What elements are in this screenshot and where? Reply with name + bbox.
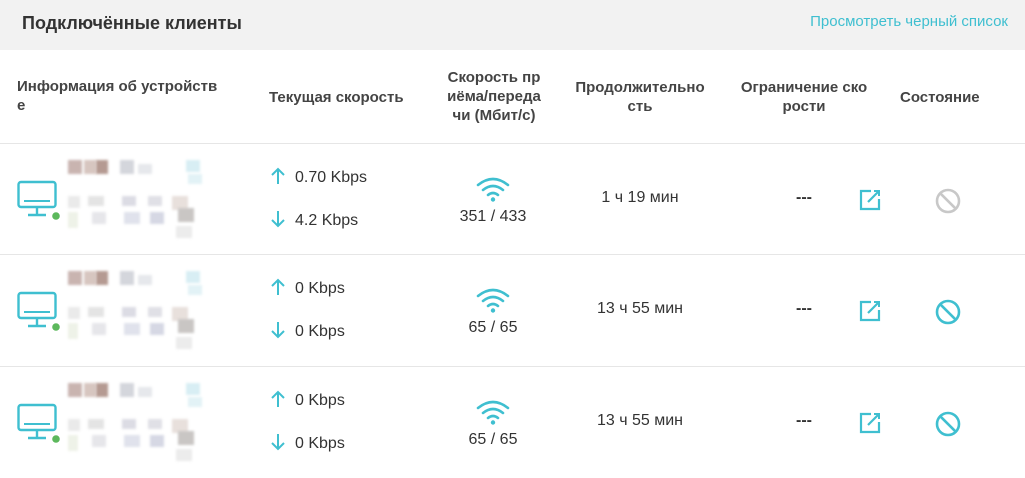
- column-header-duration: Продолжительно сть: [575, 79, 705, 115]
- edit-icon[interactable]: [858, 188, 882, 212]
- download-rate-value: 0 Kbps: [295, 323, 345, 340]
- device-name-obscured: [68, 271, 216, 351]
- connection-duration: 13 ч 55 мин: [596, 300, 684, 317]
- upload-rate-value: 0 Kbps: [295, 280, 345, 297]
- edit-icon[interactable]: [858, 411, 882, 435]
- speed-limit-value: ---: [796, 189, 812, 206]
- arrow-down-icon: [271, 211, 285, 228]
- panel-header: Подключённые клиенты Просмотреть черный …: [0, 0, 1025, 50]
- download-rate: 0 Kbps: [270, 321, 345, 341]
- download-rate-value: 4.2 Kbps: [295, 212, 359, 229]
- arrow-up-icon: [271, 167, 285, 184]
- arrow-up-icon: [271, 278, 285, 295]
- speed-limit-value: ---: [796, 412, 812, 429]
- column-header-status: Состояние: [900, 89, 980, 106]
- edit-icon[interactable]: [858, 299, 882, 323]
- column-header-rx-tx-speed: Скорость пр иёма/переда чи (Мбит/с): [447, 69, 541, 124]
- online-status-dot: [52, 435, 60, 443]
- speed-limit-value: ---: [796, 300, 812, 317]
- block-icon[interactable]: [935, 188, 961, 214]
- arrow-down-icon: [271, 322, 285, 339]
- block-icon[interactable]: [935, 299, 961, 325]
- connection-duration: 1 ч 19 мин: [601, 189, 679, 206]
- upload-rate: 0.70 Kbps: [270, 167, 367, 187]
- computer-icon: [17, 403, 60, 443]
- upload-rate-value: 0.70 Kbps: [295, 169, 368, 186]
- client-row: 0.70 Kbps 4.2 Kbps 351 / 433 1 ч 19 мин …: [0, 144, 1025, 255]
- computer-icon: [17, 180, 60, 220]
- wifi-icon: [476, 400, 510, 425]
- download-rate-value: 0 Kbps: [295, 435, 345, 452]
- arrow-down-icon: [271, 434, 285, 451]
- client-row: 0 Kbps 0 Kbps 65 / 65 13 ч 55 мин ---: [0, 255, 1025, 366]
- link-speed-value: 65 / 65: [468, 319, 518, 336]
- device-name-obscured: [68, 160, 216, 240]
- wifi-icon: [476, 177, 510, 202]
- panel-title: Подключённые клиенты: [22, 13, 242, 33]
- upload-rate-value: 0 Kbps: [295, 392, 345, 409]
- link-speed-value: 351 / 433: [459, 208, 527, 225]
- connection-duration: 13 ч 55 мин: [596, 412, 684, 429]
- download-rate: 4.2 Kbps: [270, 210, 358, 230]
- wifi-icon: [476, 288, 510, 313]
- online-status-dot: [52, 323, 60, 331]
- arrow-up-icon: [271, 390, 285, 407]
- computer-icon: [17, 291, 60, 331]
- column-header-current-speed: Текущая скорость: [269, 89, 404, 106]
- view-blacklist-link[interactable]: Просмотреть черный список: [810, 13, 1008, 30]
- column-header-device-info: Информация об устройств е: [17, 78, 218, 114]
- client-row: 0 Kbps 0 Kbps 65 / 65 13 ч 55 мин ---: [0, 367, 1025, 478]
- column-header-speed-limit: Ограничение ско рости: [740, 79, 868, 115]
- download-rate: 0 Kbps: [270, 433, 345, 453]
- upload-rate: 0 Kbps: [270, 278, 345, 298]
- upload-rate: 0 Kbps: [270, 390, 345, 410]
- link-speed-value: 65 / 65: [468, 431, 518, 448]
- device-name-obscured: [68, 383, 216, 463]
- online-status-dot: [52, 212, 60, 220]
- block-icon[interactable]: [935, 411, 961, 437]
